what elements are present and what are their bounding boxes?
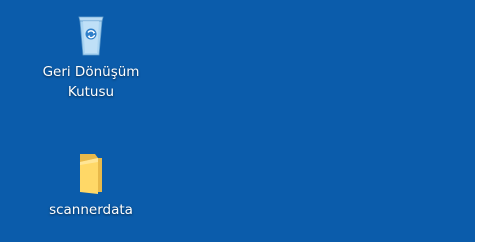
recycle-bin-icon: [71, 10, 111, 58]
desktop-icon-recycle-bin[interactable]: Geri Dönüşüm Kutusu: [41, 10, 141, 102]
recycle-bin-label-line2: Kutusu: [67, 84, 115, 100]
desktop: Geri Dönüşüm Kutusu scannerdata: [0, 0, 475, 242]
scannerdata-label: scannerdata: [49, 200, 133, 220]
desktop-icon-scannerdata[interactable]: scannerdata: [41, 148, 141, 220]
scannerdata-label-line1: scannerdata: [49, 202, 133, 218]
recycle-bin-label-line1: Geri Dönüşüm: [42, 64, 140, 80]
recycle-bin-label: Geri Dönüşüm Kutusu: [43, 62, 140, 102]
folder-icon: [71, 148, 111, 196]
